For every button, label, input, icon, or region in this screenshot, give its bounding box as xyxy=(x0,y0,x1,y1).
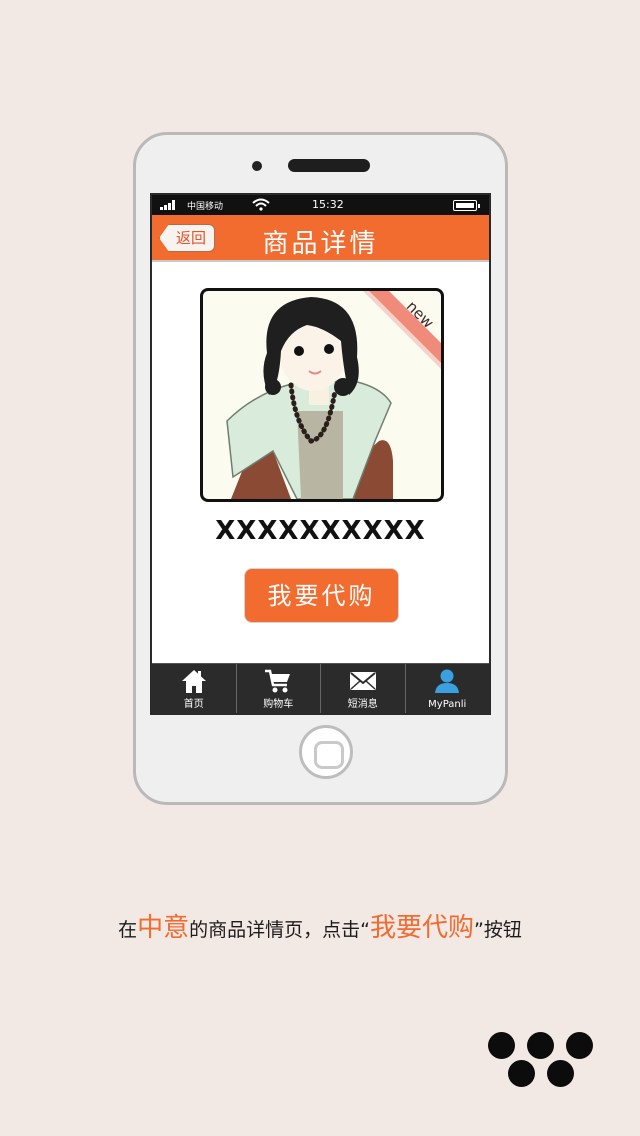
tab-label: 购物车 xyxy=(263,699,294,710)
product-image[interactable]: new xyxy=(200,288,444,502)
tab-messages[interactable]: 短消息 xyxy=(321,664,406,713)
mail-icon xyxy=(349,672,376,690)
phone-mockup: 中国移动 15:32 返回 商品详情 new XXXXXXXXXX 我要代购 首… xyxy=(133,132,508,805)
instruction-caption: 在中意的商品详情页，点击“我要代购”按钮 xyxy=(0,911,640,947)
tab-bar: 首页 购物车 短消息 MyPanli xyxy=(152,663,489,713)
tab-cart[interactable]: 购物车 xyxy=(237,664,321,713)
carrier-label: 中国移动 xyxy=(187,202,224,212)
tab-label: 首页 xyxy=(183,699,204,710)
nav-header: 返回 商品详情 xyxy=(152,215,489,262)
phone-speaker xyxy=(288,159,370,172)
tab-label: MyPanli xyxy=(428,699,467,710)
phone-screen: 中国移动 15:32 返回 商品详情 new XXXXXXXXXX 我要代购 首… xyxy=(150,193,491,715)
wifi-icon xyxy=(252,198,270,211)
tab-home[interactable]: 首页 xyxy=(152,664,237,713)
product-illustration: new xyxy=(226,291,441,499)
caption-text: ”按钮 xyxy=(474,919,522,941)
page-title: 商品详情 xyxy=(262,229,379,259)
tab-mypanli[interactable]: MyPanli xyxy=(406,664,490,713)
tab-label: 短消息 xyxy=(347,699,378,710)
product-name: XXXXXXXXXX xyxy=(215,516,426,546)
status-bar: 中国移动 15:32 xyxy=(152,195,489,215)
user-icon xyxy=(435,669,460,693)
caption-text: 在 xyxy=(118,919,138,941)
home-icon xyxy=(181,670,206,693)
cart-icon xyxy=(265,669,291,693)
caption-text: 的商品详情页，点击“ xyxy=(189,919,371,941)
phone-camera xyxy=(252,161,262,171)
battery-icon xyxy=(453,200,480,211)
caption-highlight: 中意 xyxy=(137,913,190,943)
buy-on-behalf-button[interactable]: 我要代购 xyxy=(244,568,399,623)
brand-dots-logo xyxy=(486,1030,598,1090)
phone-home-button xyxy=(299,725,353,779)
status-time: 15:32 xyxy=(312,198,344,211)
caption-highlight: 我要代购 xyxy=(370,913,475,943)
tutorial-page: 中国移动 15:32 返回 商品详情 new XXXXXXXXXX 我要代购 首… xyxy=(0,0,640,1136)
signal-icon xyxy=(160,200,178,210)
